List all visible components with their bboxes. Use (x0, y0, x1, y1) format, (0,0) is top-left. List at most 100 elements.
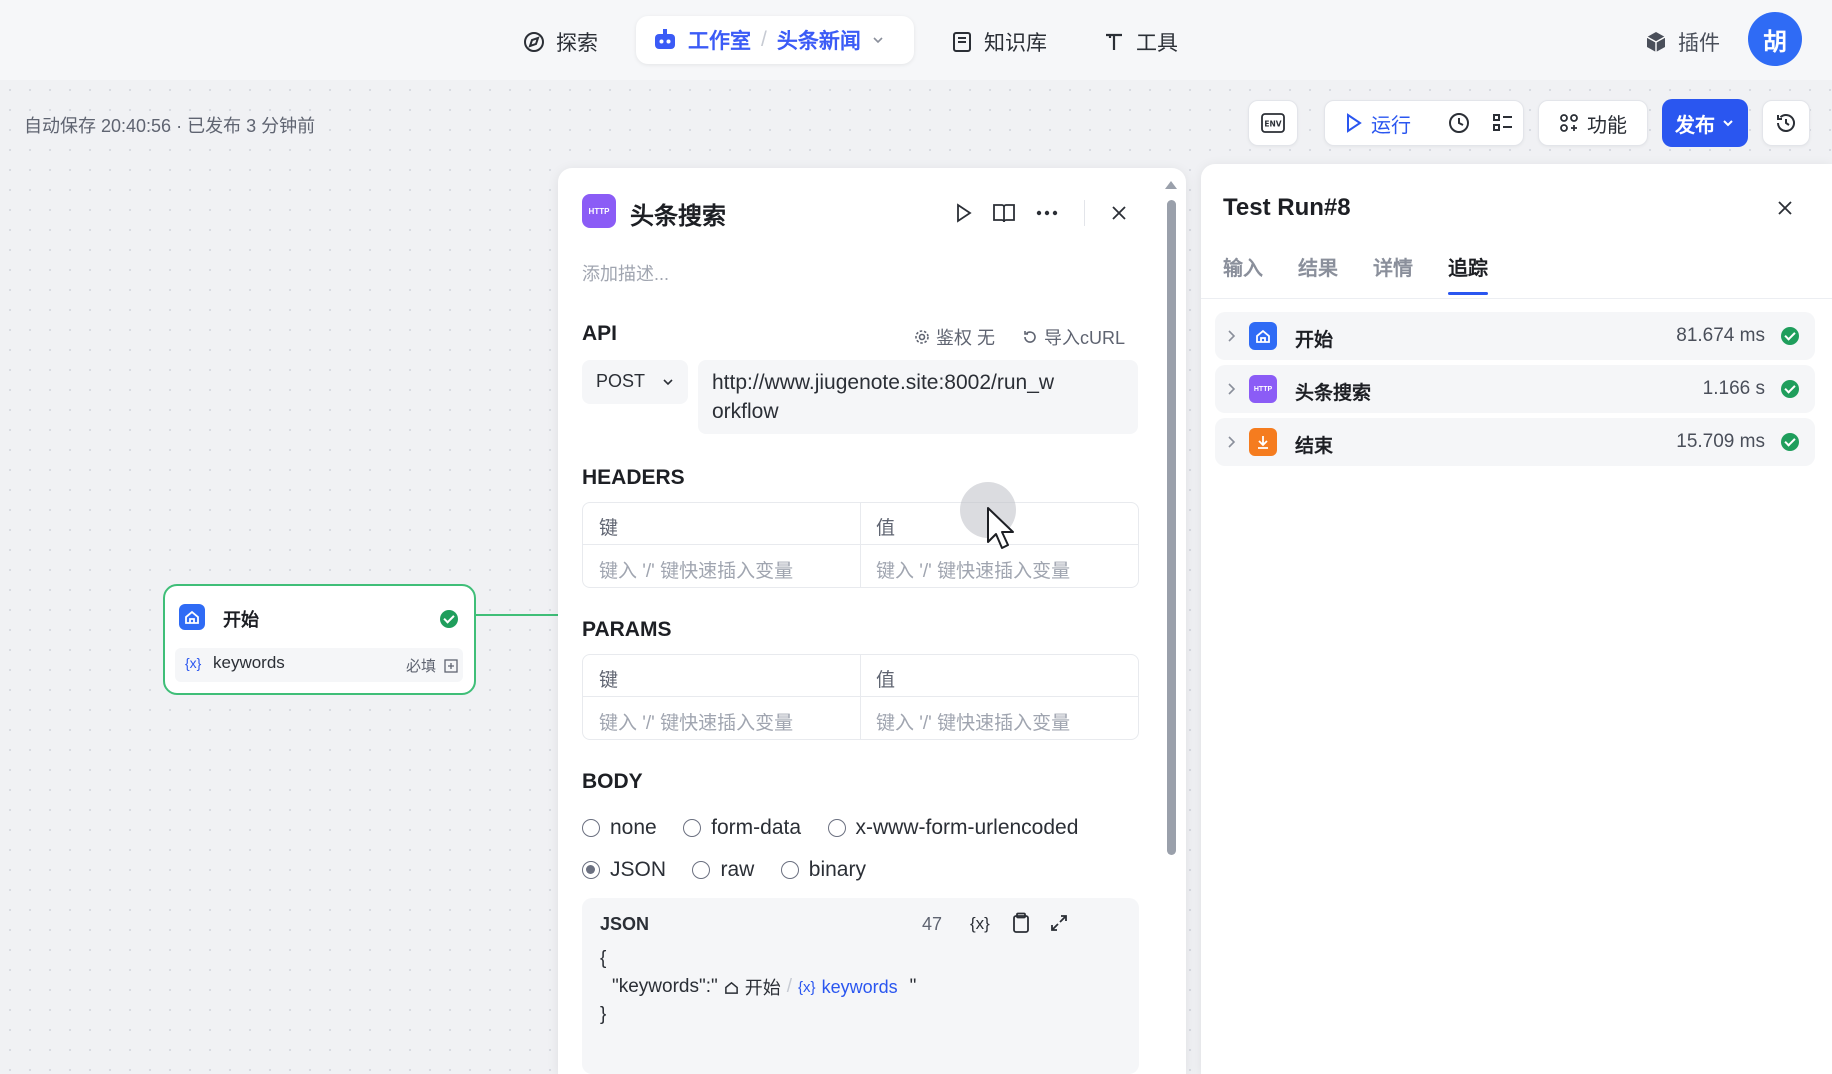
url-input[interactable]: http://www.jiugenote.site:8002/run_w ork… (698, 360, 1138, 434)
connection-edge (476, 614, 558, 616)
headers-key-header: 键 (599, 518, 619, 539)
trace-row-end[interactable]: 结束 15.709 ms (1215, 418, 1815, 466)
body-radio-form-data[interactable]: form-data (683, 816, 801, 840)
body-type-row-2: JSON raw binary (582, 858, 888, 884)
radio-label: raw (720, 858, 755, 881)
success-check-icon (1781, 433, 1799, 451)
headers-value-input[interactable]: 键入 '/' 键快速插入变量 (876, 556, 1070, 583)
version-history-button[interactable] (1762, 100, 1810, 146)
headers-key-input[interactable]: 键入 '/' 键快速插入变量 (599, 556, 793, 583)
nav-plugins[interactable]: 插件 (1644, 22, 1720, 62)
tab-input[interactable]: 输入 (1223, 252, 1263, 281)
ref-variable-name[interactable]: keywords (822, 977, 898, 998)
nav-knowledge-label: 知识库 (984, 32, 1047, 55)
more-icon[interactable] (1036, 210, 1058, 216)
params-section-title: PARAMS (582, 618, 672, 641)
description-input[interactable]: 添加描述... (582, 260, 669, 286)
radio-dot (582, 819, 600, 837)
params-key-header: 键 (599, 670, 619, 691)
body-radio-binary[interactable]: binary (780, 858, 866, 882)
tab-result[interactable]: 结果 (1298, 252, 1338, 281)
nav-studio-label: 工作室 (688, 30, 751, 53)
nav-project-label[interactable]: 头条新闻 (777, 25, 861, 55)
body-radio-json[interactable]: JSON (582, 858, 666, 882)
chevron-right-icon[interactable] (1227, 435, 1237, 449)
body-type-row-1: none form-data x-www-form-urlencoded (582, 816, 1100, 842)
http-node-panel: HTTP 头条搜索 添加描述... API 鉴权 无 导入cURL POST h… (558, 168, 1186, 1074)
book-open-icon[interactable] (992, 202, 1016, 224)
scroll-up-icon[interactable] (1164, 180, 1178, 190)
url-line-2: orkflow (712, 400, 779, 423)
json-line-open: { (600, 948, 607, 969)
params-key-input[interactable]: 键入 '/' 键快速插入变量 (599, 708, 793, 735)
play-icon[interactable] (1345, 112, 1363, 134)
avatar[interactable]: 胡 (1748, 12, 1802, 66)
auth-button[interactable]: 鉴权 无 (914, 324, 995, 350)
nav-knowledge[interactable]: 知识库 (950, 22, 1047, 62)
body-radio-raw[interactable]: raw (692, 858, 754, 882)
nav-tools-label: 工具 (1136, 32, 1178, 55)
success-check-icon (440, 610, 458, 628)
body-radio-urlencoded[interactable]: x-www-form-urlencoded (827, 816, 1079, 840)
publish-button[interactable]: 发布 (1662, 99, 1748, 147)
scrollbar-thumb[interactable] (1167, 200, 1176, 855)
table-divider (860, 655, 861, 739)
chevron-right-icon[interactable] (1227, 382, 1237, 396)
json-editor[interactable]: JSON 47 {x} { "keywords":" 开始 / {x} keyw… (582, 898, 1139, 1074)
env-button[interactable]: ENV (1248, 100, 1298, 146)
nav-explore-label: 探索 (556, 32, 598, 55)
tabs-divider (1201, 298, 1832, 299)
http-node-icon: HTTP (582, 194, 616, 228)
radio-label: x-www-form-urlencoded (855, 816, 1079, 839)
nav-explore[interactable]: 探索 (522, 22, 598, 62)
radio-dot (780, 861, 799, 879)
tab-detail[interactable]: 详情 (1373, 252, 1413, 281)
insert-variable-icon[interactable]: {x} (970, 914, 990, 934)
trace-row-http[interactable]: HTTP 头条搜索 1.166 s (1215, 365, 1815, 413)
import-icon (1024, 331, 1036, 343)
radio-dot-selected (582, 861, 600, 879)
play-icon[interactable] (954, 202, 974, 224)
clipboard-icon[interactable] (1012, 912, 1030, 934)
headers-section-title: HEADERS (582, 466, 685, 489)
env-label: ENV (1264, 120, 1281, 129)
tab-trace[interactable]: 追踪 (1448, 252, 1488, 281)
home-icon (179, 604, 205, 630)
nav-studio[interactable]: 工作室 / 头条新闻 (636, 16, 914, 64)
close-icon[interactable] (1777, 200, 1793, 216)
nav-plugins-label: 插件 (1678, 32, 1720, 55)
import-curl-button[interactable]: 导入cURL (1022, 324, 1125, 350)
expand-icon[interactable] (1050, 914, 1068, 932)
ref-node-name: 开始 (744, 978, 781, 998)
chevron-right-icon[interactable] (1227, 329, 1237, 343)
publish-label: 发布 (1675, 114, 1715, 137)
node-title[interactable]: 头条搜索 (630, 196, 726, 231)
book-icon (953, 32, 971, 52)
home-icon (1249, 322, 1277, 350)
history-clock-icon[interactable] (1447, 111, 1471, 135)
chevron-down-icon (663, 379, 673, 386)
end-flag-icon (1249, 428, 1277, 456)
chevron-down-icon[interactable] (871, 33, 885, 47)
json-line-keywords: "keywords":" 开始 / {x} keywords " (612, 974, 916, 1000)
home-icon (724, 981, 738, 994)
nav-tools[interactable]: 工具 (1102, 22, 1178, 62)
trace-row-start[interactable]: 开始 81.674 ms (1215, 312, 1815, 360)
top-navigation: 探索 工作室 / 头条新闻 知识库 工具 插件 胡 (0, 0, 1832, 80)
checklist-icon[interactable] (1491, 111, 1515, 135)
http-node-icon: HTTP (1249, 375, 1277, 403)
radio-dot (692, 861, 711, 879)
close-icon[interactable] (1110, 204, 1128, 222)
run-button[interactable]: 运行 (1371, 109, 1411, 138)
method-select[interactable]: POST (582, 360, 688, 404)
json-editor-label: JSON (600, 914, 650, 934)
body-radio-none[interactable]: none (582, 816, 657, 840)
api-section-title: API (582, 322, 618, 345)
variable-icon: {x} (185, 655, 202, 671)
radio-label: form-data (711, 816, 802, 839)
params-value-input[interactable]: 键入 '/' 键快速插入变量 (876, 708, 1070, 735)
start-node-variable: {x} keywords 必填 (175, 648, 463, 682)
start-node[interactable]: 开始 {x} keywords 必填 (163, 584, 476, 695)
features-button[interactable]: 功能 (1538, 100, 1648, 146)
test-run-title: Test Run#8 (1223, 194, 1351, 221)
